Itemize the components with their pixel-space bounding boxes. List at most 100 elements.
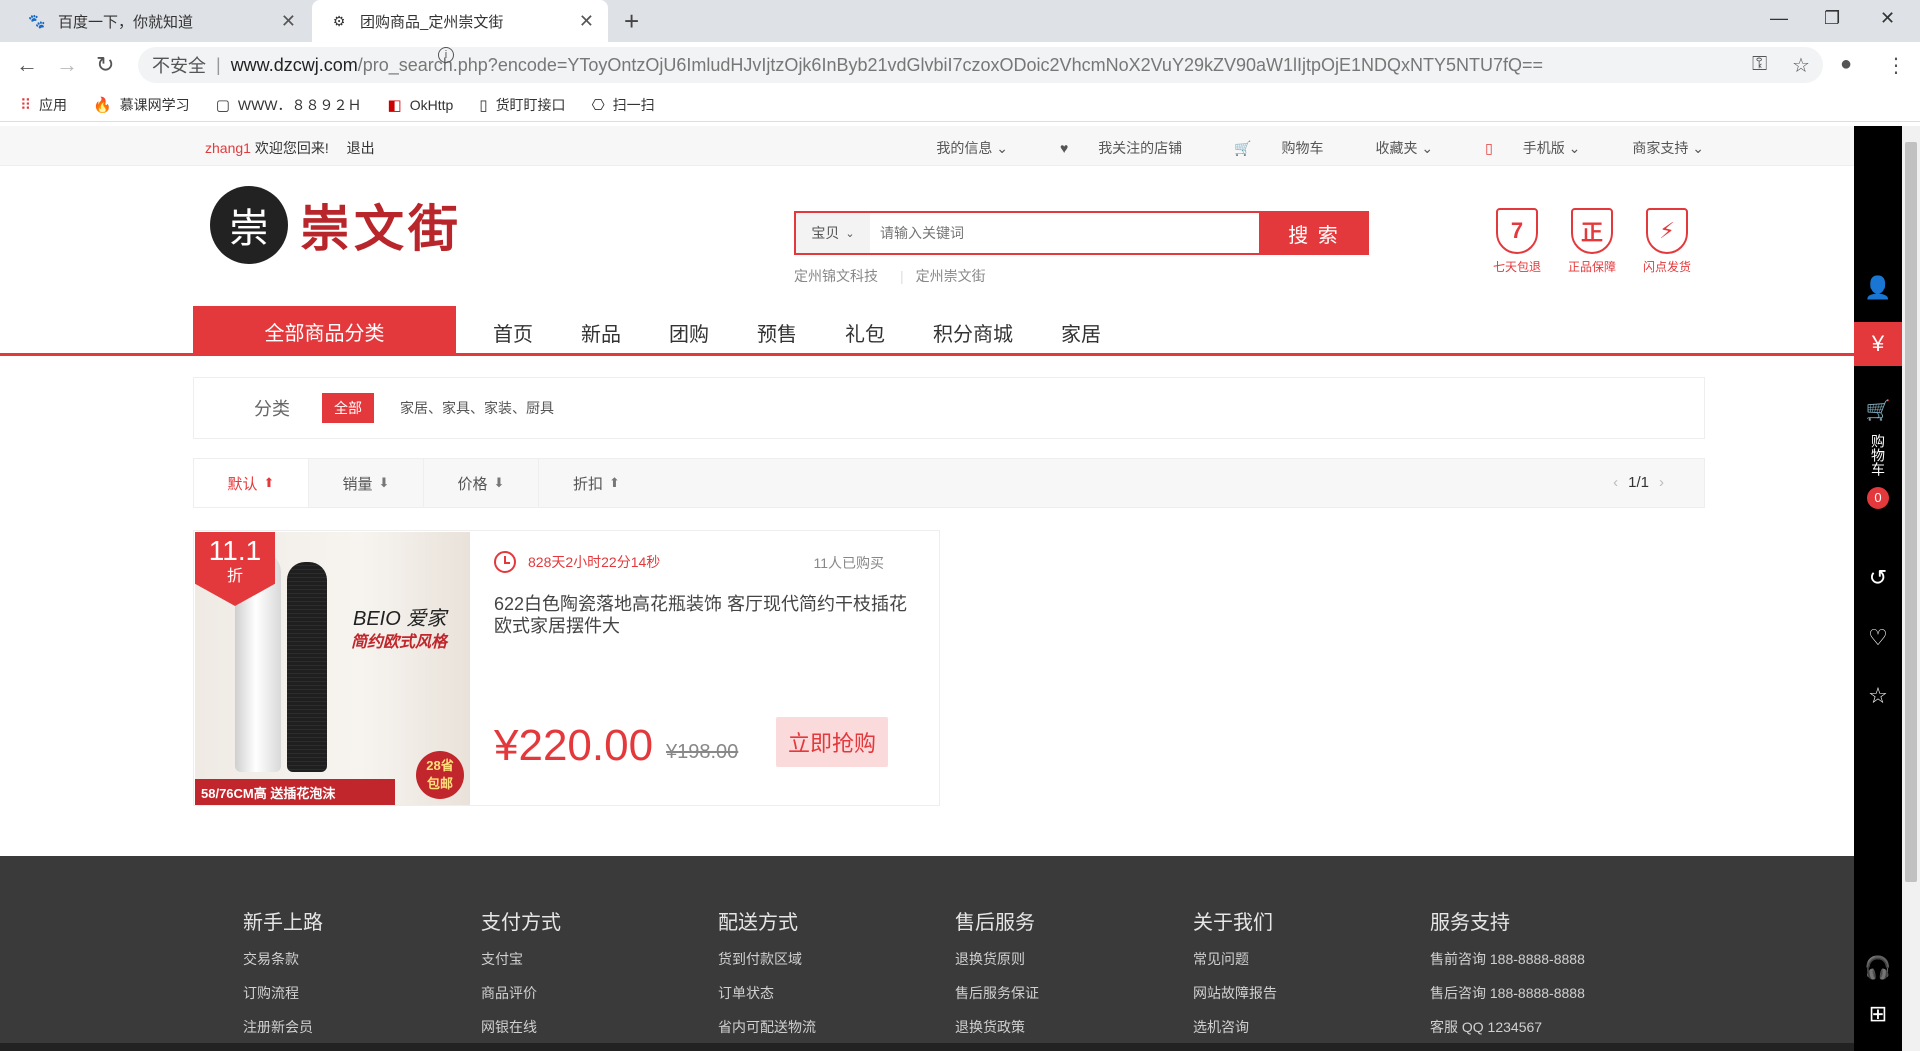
filter-all-chip[interactable]: 全部: [322, 393, 374, 423]
nav-gift-pack[interactable]: 礼包: [845, 318, 885, 347]
nav-new[interactable]: 新品: [581, 318, 621, 347]
star-icon[interactable]: ☆: [1854, 674, 1902, 718]
bookmark-api[interactable]: ▯ 货盯盯接口: [479, 95, 565, 115]
footer-link[interactable]: 售前咨询 188-8888-8888: [1430, 949, 1585, 969]
site-logo[interactable]: 崇 崇文街: [210, 186, 490, 264]
filter-category-link[interactable]: 家居、家具、家装、厨具: [400, 398, 554, 418]
discount-value: 11.1: [208, 535, 262, 566]
hotword-link[interactable]: 定州崇文街: [916, 268, 986, 284]
footer-link[interactable]: 售后咨询 188-8888-8888: [1430, 983, 1585, 1003]
image-caption-bar: 58/76CM高 送插花泡沫: [195, 779, 395, 805]
footer-link[interactable]: 订购流程: [243, 983, 323, 1003]
my-info-link[interactable]: 我的信息 ⌄: [910, 138, 1008, 158]
qr-code-icon[interactable]: ⊞: [1854, 992, 1902, 1036]
favorites-link[interactable]: 收藏夹 ⌄: [1350, 138, 1434, 158]
footer-link[interactable]: 退换货原则: [955, 949, 1039, 969]
nav-group-buy[interactable]: 团购: [669, 318, 709, 347]
browser-tab-baidu[interactable]: 🐾 百度一下，你就知道 ✕: [10, 0, 310, 42]
footer-link[interactable]: 网站故障报告: [1193, 983, 1277, 1003]
footer-link[interactable]: 订单状态: [718, 983, 816, 1003]
followed-shops-link[interactable]: ♥ 我关注的店铺: [1034, 138, 1182, 158]
next-page-icon[interactable]: ›: [1659, 474, 1664, 491]
url-host: www.dzcwj.com: [230, 54, 358, 75]
menu-icon[interactable]: ⋮: [1886, 53, 1906, 78]
bookmark-imooc[interactable]: 🔥 慕课网学习: [93, 95, 190, 115]
tab-title: 团购商品_定州崇文街: [360, 13, 504, 31]
product-image[interactable]: BEIO 爱家 简约欧式风格 11.1 折 28省 包邮 58/76CM高 送插…: [195, 532, 470, 805]
back-button[interactable]: ←: [16, 52, 38, 78]
scrollbar-thumb[interactable]: [1905, 142, 1917, 882]
footer-link[interactable]: 省内可配送物流: [718, 1017, 816, 1037]
nav-points-mall[interactable]: 积分商城: [933, 318, 1013, 347]
close-icon[interactable]: ✕: [579, 11, 594, 32]
cart-icon: 🛒: [1234, 140, 1252, 156]
footer-link[interactable]: 支付宝: [481, 949, 561, 969]
profile-icon[interactable]: ●: [1840, 53, 1852, 76]
footer-link[interactable]: 售后服务保证: [955, 983, 1039, 1003]
footer-link[interactable]: 交易条款: [243, 949, 323, 969]
window-close-button[interactable]: ✕: [1880, 8, 1895, 29]
footer-link[interactable]: 退换货政策: [955, 1017, 1039, 1037]
bookmark-okhttp[interactable]: ◧ OkHttp: [388, 96, 454, 114]
sort-price[interactable]: 价格 ⬇: [424, 459, 539, 507]
free-shipping-badge: 28省 包邮: [416, 751, 464, 799]
welcome-text: 欢迎您回来!: [254, 140, 329, 156]
url-field[interactable]: i 不安全 | www.dzcwj.com /pro_search.php?en…: [138, 47, 1823, 83]
sort-default[interactable]: 默认 ⬆: [194, 459, 309, 507]
bookmark-www[interactable]: ▢ WWW．８８９２Ｈ: [216, 95, 362, 115]
footer-link[interactable]: 货到付款区域: [718, 949, 816, 969]
footer-link[interactable]: 注册新会员: [243, 1017, 323, 1037]
merchant-support-link[interactable]: 商家支持 ⌄: [1606, 138, 1704, 158]
footer-link[interactable]: 客服 QQ 1234567: [1430, 1017, 1585, 1037]
search-category-select[interactable]: 宝贝 ⌄: [796, 213, 870, 253]
product-title[interactable]: 622白色陶瓷落地高花瓶装饰 客厅现代简约干枝插花欧式家居摆件大: [494, 593, 914, 637]
cart-icon: 🛒: [1865, 400, 1891, 422]
footer-link[interactable]: 常见问题: [1193, 949, 1277, 969]
star-icon[interactable]: ☆: [1792, 53, 1810, 78]
forward-button[interactable]: →: [56, 52, 78, 78]
main-nav: 全部商品分类 首页 新品 团购 预售 礼包 积分商城 家居: [0, 306, 1854, 356]
user-icon[interactable]: 👤: [1854, 266, 1902, 310]
search-button[interactable]: 搜 索: [1259, 211, 1369, 255]
minimize-button[interactable]: —: [1770, 8, 1788, 29]
page-scrollbar[interactable]: [1902, 126, 1920, 1051]
buy-now-button[interactable]: 立即抢购: [776, 717, 888, 767]
history-icon[interactable]: ↺: [1854, 556, 1902, 600]
link-label: 商家支持: [1632, 140, 1689, 156]
mobile-link[interactable]: ▯ 手机版 ⌄: [1459, 138, 1580, 158]
nav-home-living[interactable]: 家居: [1061, 318, 1101, 347]
bookmark-scan[interactable]: ⎔ 扫一扫: [592, 95, 655, 115]
search-input[interactable]: [870, 213, 1259, 253]
info-icon[interactable]: i: [438, 47, 454, 63]
cart-link[interactable]: 🛒 购物车: [1208, 138, 1323, 158]
coin-icon[interactable]: ¥: [1854, 322, 1902, 366]
key-icon[interactable]: ⚿: [1752, 53, 1767, 76]
username-link[interactable]: zhang1: [205, 140, 251, 156]
link-label: 手机版: [1522, 140, 1565, 156]
nav-home[interactable]: 首页: [493, 318, 533, 347]
all-categories-button[interactable]: 全部商品分类: [193, 306, 456, 356]
sort-discount[interactable]: 折扣 ⬆: [539, 459, 654, 507]
heart-icon[interactable]: ♡: [1854, 616, 1902, 660]
new-tab-button[interactable]: +: [624, 6, 639, 37]
close-icon[interactable]: ✕: [281, 11, 296, 32]
footer-link[interactable]: 选机咨询: [1193, 1017, 1277, 1037]
bookmark-apps[interactable]: ⠿ 应用: [20, 95, 67, 115]
guarantee-label: 闪点发货: [1642, 260, 1691, 274]
footer-link[interactable]: 网银在线: [481, 1017, 561, 1037]
separator: |: [216, 54, 221, 75]
product-card[interactable]: BEIO 爱家 简约欧式风格 11.1 折 28省 包邮 58/76CM高 送插…: [193, 530, 940, 806]
prev-page-icon[interactable]: ‹: [1613, 474, 1618, 491]
sort-label: 默认: [227, 475, 258, 493]
hotword-link[interactable]: 定州锦文科技: [794, 268, 878, 284]
reload-button[interactable]: ↻: [96, 52, 114, 78]
toolbar-cart[interactable]: 🛒 购物车 0: [1854, 398, 1902, 518]
headset-icon[interactable]: 🎧: [1854, 946, 1902, 990]
sort-sales[interactable]: 销量 ⬇: [309, 459, 424, 507]
footer-link[interactable]: 商品评价: [481, 983, 561, 1003]
logout-link[interactable]: 退出: [347, 140, 375, 156]
black-vase-shape: [287, 562, 327, 772]
browser-tab-active[interactable]: ⚙ 团购商品_定州崇文街 ✕: [312, 0, 608, 42]
nav-presale[interactable]: 预售: [757, 318, 797, 347]
restore-button[interactable]: ❐: [1824, 8, 1840, 29]
